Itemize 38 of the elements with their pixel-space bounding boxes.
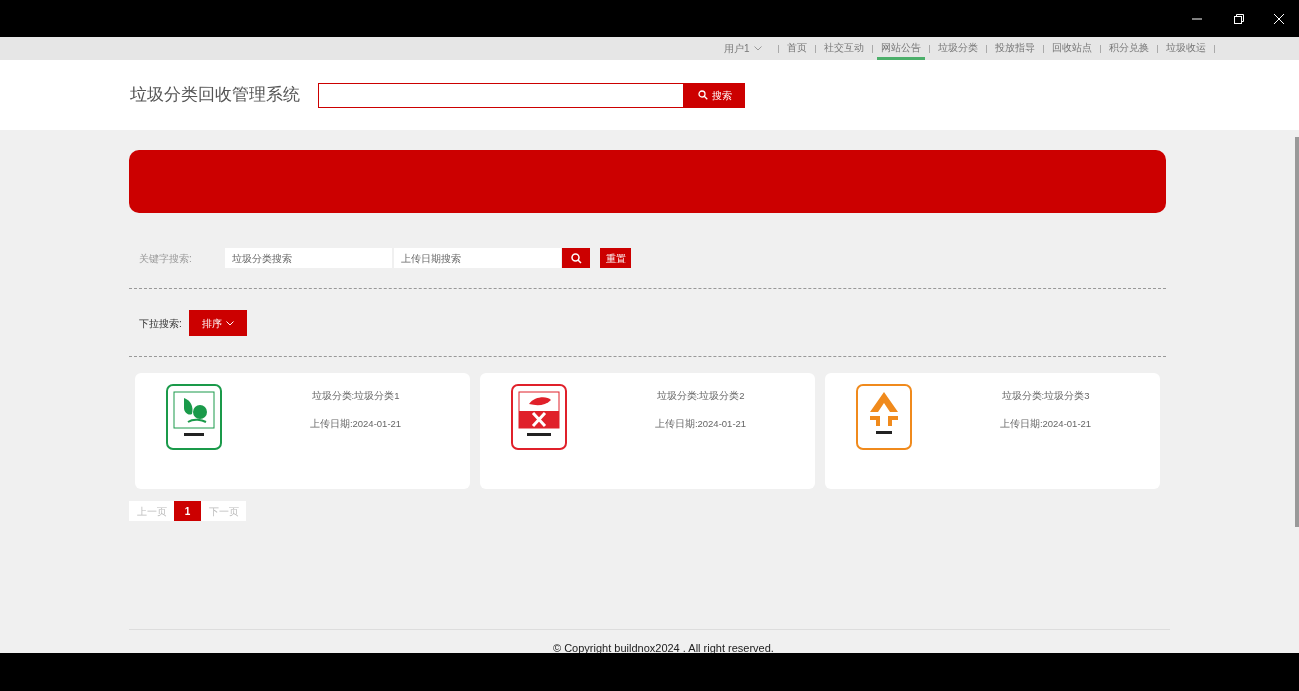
card[interactable]: 垃圾分类:垃圾分类3 上传日期:2024-01-21	[825, 373, 1160, 489]
search-icon	[570, 252, 582, 264]
keyword-label: 关键字搜索:	[139, 251, 193, 266]
sort-button[interactable]: 排序	[188, 310, 247, 336]
nav-link[interactable]: 社交互动	[819, 37, 868, 60]
category-name: 垃圾分类:垃圾分类1	[311, 389, 400, 403]
wet-bin-sign-icon	[166, 384, 222, 450]
category-name: 垃圾分类:垃圾分类2	[656, 389, 745, 403]
site-title: 垃圾分类回收管理系统	[130, 84, 301, 107]
nav-link[interactable]: 垃圾分类	[933, 37, 982, 60]
input-field[interactable]: 上传日期搜索	[394, 248, 561, 268]
card[interactable]: 垃圾分类:垃圾分类1 上传日期:2024-01-21	[135, 373, 470, 489]
dropdown-label: 下拉搜索:	[139, 316, 182, 331]
reset-button[interactable]: 重置	[600, 248, 631, 268]
restore-icon[interactable]	[1234, 13, 1244, 24]
search-field[interactable]	[318, 82, 684, 108]
upload-date: 上传日期:2024-01-21	[999, 417, 1092, 432]
search-button[interactable]: 搜索	[684, 82, 745, 108]
nav-link[interactable]: 首页	[782, 37, 811, 60]
search-icon	[697, 90, 708, 100]
nav-link[interactable]: 垃圾收运	[1161, 37, 1210, 60]
nav-link[interactable]: 投放指导	[990, 37, 1039, 60]
hazardous-bin-sign-icon	[511, 384, 567, 450]
upload-date: 上传日期:2024-01-21	[654, 417, 747, 432]
dry-bin-sign-icon	[856, 384, 912, 450]
category-name: 垃圾分类:垃圾分类3	[1001, 389, 1090, 403]
user-menu[interactable]: 用户1	[724, 37, 774, 60]
scrollbar[interactable]	[1295, 137, 1299, 527]
page-button[interactable]: 1	[174, 501, 201, 521]
card[interactable]: 垃圾分类:垃圾分类2 上传日期:2024-01-21	[480, 373, 815, 489]
nav-link[interactable]: 积分兑换	[1104, 37, 1153, 60]
close-icon[interactable]	[1274, 13, 1284, 24]
upload-date: 上传日期:2024-01-21	[309, 417, 402, 432]
chevron-down-icon	[753, 46, 762, 51]
chevron-down-icon	[225, 320, 234, 326]
input-field[interactable]: 垃圾分类搜索	[225, 248, 392, 268]
nav-link[interactable]: 回收站点	[1047, 37, 1096, 60]
search-button[interactable]	[562, 248, 590, 268]
